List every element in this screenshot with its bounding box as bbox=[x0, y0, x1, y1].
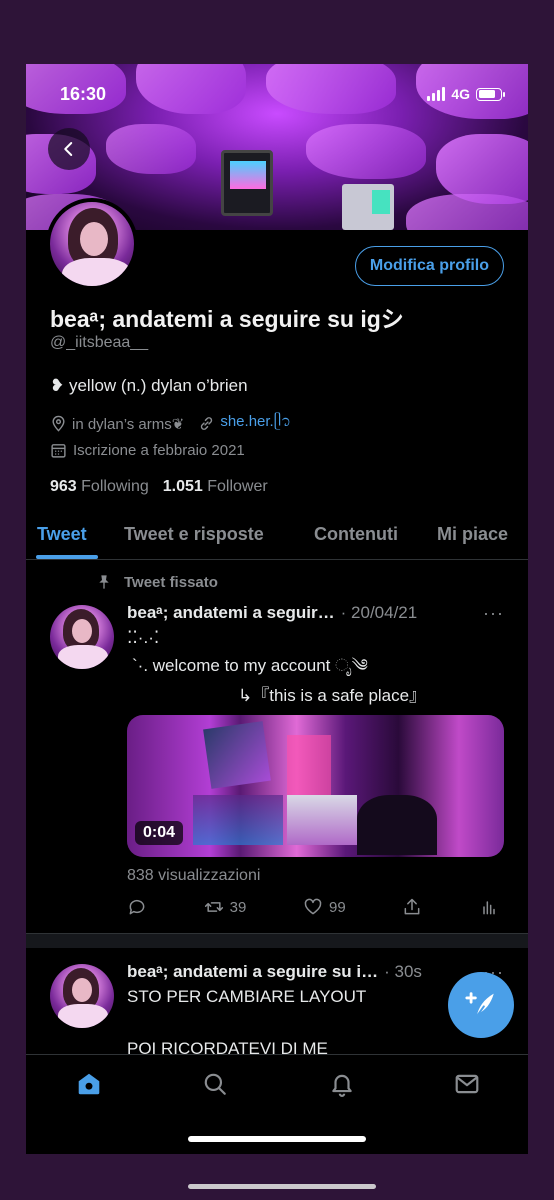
map-pin-icon bbox=[52, 415, 65, 432]
follow-counts: 963 Following 1.051 Follower bbox=[50, 478, 268, 496]
analytics-icon bbox=[483, 901, 495, 915]
profile-avatar[interactable] bbox=[46, 198, 138, 290]
retweet-button[interactable]: 39 bbox=[204, 897, 247, 917]
tweet-avatar[interactable] bbox=[50, 964, 114, 1028]
like-button[interactable]: 99 bbox=[303, 897, 346, 917]
reply-button[interactable] bbox=[127, 897, 147, 917]
profile-handle: @_iitsbeaa__ bbox=[50, 334, 149, 351]
network-type: 4G bbox=[451, 86, 470, 102]
home-icon[interactable] bbox=[76, 1071, 102, 1097]
profile-tabs: Tweet Tweet e risposte Contenuti Mi piac… bbox=[26, 512, 528, 560]
tweet-header: beaᵃ; andatemi a seguire su i… · 30s bbox=[127, 962, 422, 982]
status-time: 16:30 bbox=[60, 84, 107, 104]
outer-home-indicator bbox=[188, 1184, 376, 1189]
following-count: 963 bbox=[50, 478, 77, 495]
video-duration: 0:04 bbox=[135, 821, 184, 845]
share-icon bbox=[404, 898, 420, 915]
share-button[interactable] bbox=[402, 897, 422, 917]
mail-icon[interactable] bbox=[454, 1071, 480, 1097]
tweet-date: · 30s bbox=[384, 962, 422, 981]
back-button[interactable] bbox=[48, 128, 90, 170]
comment-icon bbox=[129, 899, 145, 915]
edit-profile-button[interactable]: Modifica profilo bbox=[354, 246, 504, 286]
analytics-button[interactable] bbox=[479, 897, 499, 917]
tweet-author-name[interactable]: beaᵃ; andatemi a seguir… bbox=[127, 603, 335, 623]
tweet-header: beaᵃ; andatemi a seguir… · 20/04/21 bbox=[127, 603, 417, 623]
compose-tweet-button[interactable] bbox=[448, 972, 514, 1038]
tweet-avatar[interactable] bbox=[50, 605, 114, 669]
battery-icon bbox=[476, 87, 505, 101]
tweet-pinned[interactable]: Tweet fissato beaᵃ; andatemi a seguir… ·… bbox=[26, 561, 528, 934]
pinned-text: Tweet fissato bbox=[124, 573, 218, 591]
tweet-text-line: ↳『this is a safe place』 bbox=[238, 686, 427, 705]
profile-display-name: beaᵃ; andatemi a seguire su igシ bbox=[50, 306, 404, 332]
tweet-text-line: ⁚⁚·.·⁚ bbox=[127, 628, 160, 647]
retweet-icon bbox=[204, 902, 223, 912]
phone-screen: 16:30 4G Modifica profilo beaᵃ; andatemi… bbox=[26, 64, 528, 1154]
pinned-label: Tweet fissato bbox=[96, 573, 218, 591]
search-icon[interactable] bbox=[202, 1071, 228, 1097]
tab-tweet-e-risposte[interactable]: Tweet e risposte bbox=[124, 524, 264, 545]
tweet-video[interactable]: 0:04 bbox=[127, 715, 504, 857]
joined-text: Iscrizione a febbraio 2021 bbox=[73, 442, 245, 459]
heart-icon bbox=[304, 898, 322, 915]
bell-icon[interactable] bbox=[329, 1071, 355, 1097]
location-text: in dylan’s arms❦ bbox=[72, 415, 185, 433]
retweet-count: 39 bbox=[229, 898, 247, 916]
link-text[interactable]: she.her.ᥫ᭡ bbox=[220, 410, 291, 437]
status-bar: 16:30 4G bbox=[26, 64, 528, 124]
followers-link[interactable]: 1.051 Follower bbox=[163, 478, 268, 496]
tweet-separator bbox=[26, 934, 528, 948]
link-icon bbox=[201, 417, 213, 430]
tweet-date: · 20/04/21 bbox=[340, 603, 418, 622]
profile-meta: in dylan’s arms❦ she.her.ᥫ᭡ bbox=[50, 410, 291, 437]
view-count: 838 visualizzazioni bbox=[127, 867, 261, 884]
calendar-icon bbox=[51, 444, 66, 458]
followers-count: 1.051 bbox=[162, 478, 203, 495]
more-options-icon[interactable]: ··· bbox=[483, 603, 504, 624]
compose-feather-icon bbox=[465, 992, 494, 1018]
profile-bio: ❥ yellow (n.) dylan o’brien bbox=[50, 376, 248, 395]
pin-icon bbox=[99, 575, 109, 589]
following-label: Following bbox=[81, 478, 149, 495]
active-tab-indicator bbox=[36, 555, 98, 559]
profile-location: in dylan’s arms❦ bbox=[50, 415, 184, 433]
following-link[interactable]: 963 Following bbox=[50, 478, 149, 496]
profile-link[interactable]: she.her.ᥫ᭡ bbox=[198, 410, 291, 437]
bottom-navigation bbox=[26, 1054, 528, 1114]
tweet-text-line: STO PER CAMBIARE LAYOUT bbox=[127, 987, 367, 1006]
outer-frame bbox=[0, 0, 554, 64]
tab-tweet[interactable]: Tweet bbox=[37, 524, 87, 545]
tweet-text-line: POI RICORDATEVI DI ME bbox=[127, 1039, 328, 1054]
profile-joined-date: Iscrizione a febbraio 2021 bbox=[50, 442, 245, 459]
signal-icon bbox=[427, 87, 446, 101]
followers-label: Follower bbox=[207, 478, 268, 495]
tweet-actions: 39 99 bbox=[127, 897, 499, 917]
tab-contenuti[interactable]: Contenuti bbox=[314, 524, 398, 545]
chevron-left-icon bbox=[64, 142, 73, 156]
tweet-author-name[interactable]: beaᵃ; andatemi a seguire su i… bbox=[127, 962, 378, 982]
like-count: 99 bbox=[329, 898, 346, 916]
tab-mi-piace[interactable]: Mi piace bbox=[437, 524, 508, 545]
home-indicator bbox=[188, 1136, 366, 1142]
tweet-text-line: `·. welcome to my account ೃ༄ bbox=[132, 656, 368, 675]
